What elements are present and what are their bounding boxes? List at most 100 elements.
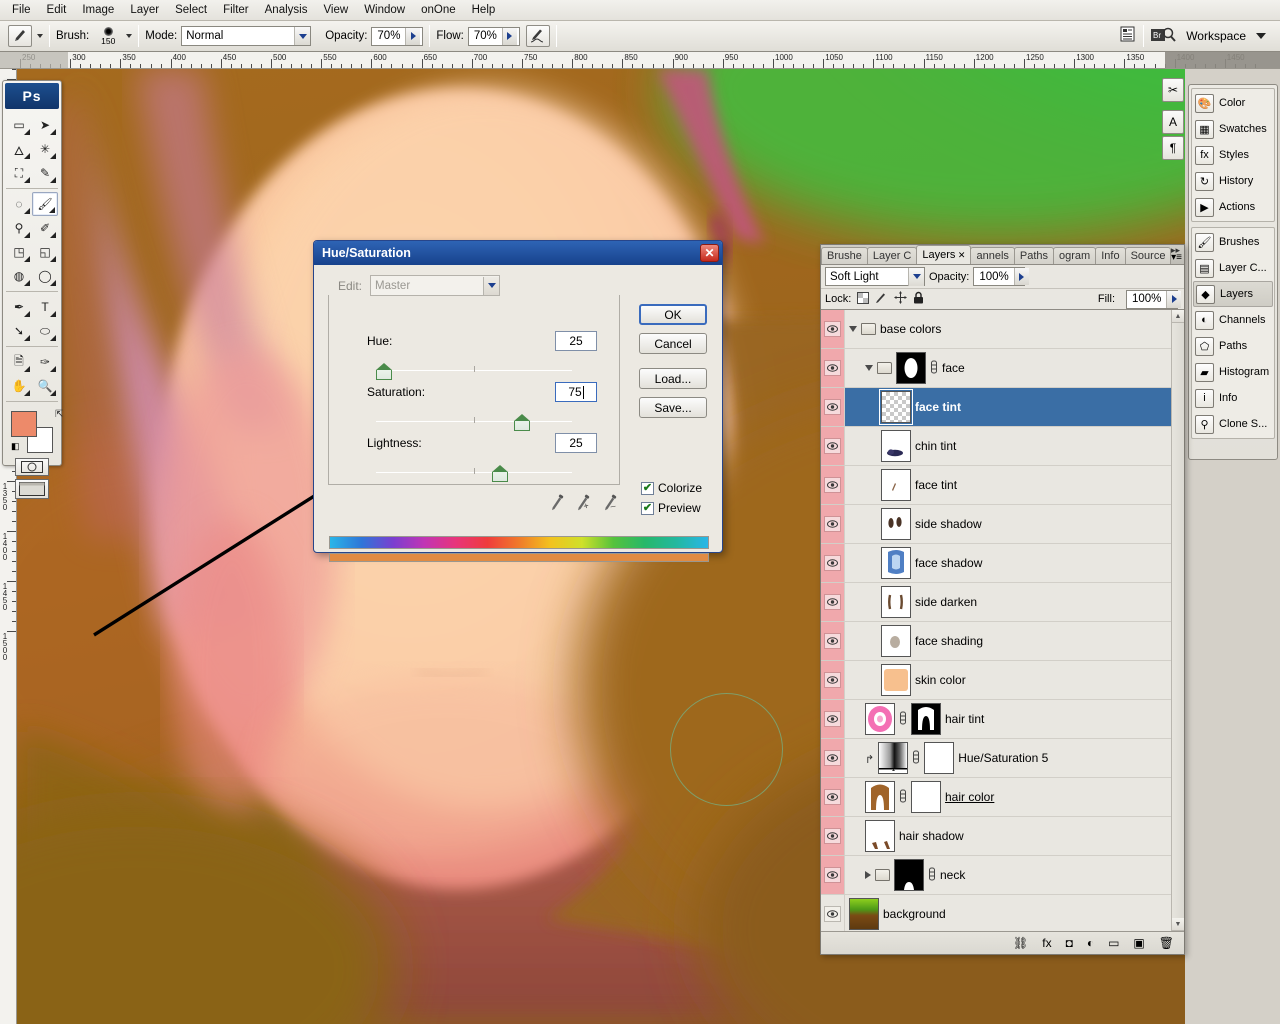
workspace-label[interactable]: Workspace bbox=[1186, 29, 1246, 43]
layer-row-content[interactable]: face tint bbox=[845, 469, 1171, 501]
dock-item-brushes[interactable]: 🖌 Brushes bbox=[1193, 229, 1273, 255]
layer-row[interactable]: side shadow bbox=[821, 505, 1171, 544]
layer-row[interactable]: base colors bbox=[821, 310, 1171, 349]
zoom-tool[interactable]: 🔍 bbox=[32, 374, 58, 398]
layer-blend-mode-select[interactable]: Soft Light bbox=[825, 267, 925, 286]
layer-thumbnail[interactable] bbox=[865, 703, 895, 735]
eyedropper-tool[interactable]: ✑ bbox=[32, 350, 58, 374]
swap-colors-icon[interactable]: ⇱ bbox=[55, 409, 63, 420]
layer-thumbnail[interactable] bbox=[881, 469, 911, 501]
dock-item-history[interactable]: ↻ History bbox=[1193, 168, 1273, 194]
layer-thumbnail[interactable] bbox=[881, 586, 911, 618]
menu-item-onone[interactable]: onOne bbox=[413, 1, 464, 20]
preview-checkbox-row[interactable]: ✔ Preview bbox=[641, 501, 701, 515]
preview-checkbox[interactable]: ✔ bbox=[641, 501, 654, 515]
layer-visibility-toggle[interactable] bbox=[821, 817, 845, 855]
layer-name[interactable]: face tint bbox=[915, 478, 957, 492]
layer-row-content[interactable]: face shading bbox=[845, 625, 1171, 657]
layer-name[interactable]: hair tint bbox=[945, 712, 984, 726]
panel-menu-icon[interactable]: ▾≡ bbox=[1171, 252, 1182, 263]
chevron-down-icon[interactable] bbox=[908, 267, 924, 286]
new-fill-adjustment-button[interactable]: ◐ bbox=[1087, 936, 1094, 950]
lock-all-icon[interactable] bbox=[913, 291, 924, 307]
menu-item-file[interactable]: File bbox=[4, 1, 39, 20]
saturation-input[interactable]: 75 bbox=[555, 382, 597, 402]
layer-row[interactable]: face tint bbox=[821, 388, 1171, 427]
dock-item-histogram[interactable]: ▰ Histogram bbox=[1193, 359, 1273, 385]
layer-row[interactable]: hair tint bbox=[821, 700, 1171, 739]
panel-tab-bar[interactable]: Brushe Layer C Layers ✕ annels Paths ogram Inf… bbox=[821, 245, 1184, 265]
layer-name[interactable]: face shadow bbox=[915, 556, 982, 570]
fill-stepper-icon[interactable] bbox=[1166, 290, 1182, 308]
layer-name[interactable]: Hue/Saturation 5 bbox=[958, 751, 1048, 765]
eraser-tool[interactable]: ◳ bbox=[6, 240, 32, 264]
dock-item-clone-s[interactable]: ⚲ Clone S... bbox=[1193, 411, 1273, 437]
dock-item-styles[interactable]: fx Styles bbox=[1193, 142, 1273, 168]
layer-row[interactable]: face shadow bbox=[821, 544, 1171, 583]
layer-name[interactable]: chin tint bbox=[915, 439, 956, 453]
collapsed-panel-icons[interactable]: ✂ A ¶ bbox=[1162, 78, 1184, 188]
layer-row[interactable]: face bbox=[821, 349, 1171, 388]
layers-list[interactable]: base colors face face tint chin tint face ti… bbox=[821, 310, 1184, 931]
layer-row[interactable]: face tint bbox=[821, 466, 1171, 505]
opacity-input[interactable]: 70% bbox=[371, 26, 424, 46]
tools-palette[interactable]: Ps ▭ ➤ 🜂 ✳ ⛶ ✎ ◌ 🖌 ⚲ ✐ ◳ ◱ ◍ ◯ ✒ T ➘ ⬭ 🗎 ✑ ✋ 🔍 ⇱ ◧ bbox=[2, 80, 63, 499]
link-icon[interactable] bbox=[928, 867, 936, 884]
lock-position-icon[interactable] bbox=[894, 291, 908, 307]
close-icon[interactable]: ✕ bbox=[955, 250, 966, 260]
lasso-tool[interactable]: 🜂 bbox=[6, 137, 32, 161]
layer-visibility-toggle[interactable] bbox=[821, 349, 845, 387]
flow-stepper-icon[interactable] bbox=[501, 27, 517, 45]
chevron-right-icon[interactable] bbox=[865, 871, 871, 879]
dock-item-actions[interactable]: ▶ Actions bbox=[1193, 194, 1273, 220]
layer-visibility-toggle[interactable] bbox=[821, 544, 845, 582]
layer-row-content[interactable]: hair color bbox=[845, 781, 1171, 813]
scroll-down-icon[interactable]: ▼ bbox=[1172, 918, 1184, 931]
layer-row-content[interactable]: base colors bbox=[845, 322, 1171, 336]
dialog-titlebar[interactable]: Hue/Saturation ✕ bbox=[314, 241, 722, 265]
move-tool[interactable]: ➤ bbox=[32, 113, 58, 137]
layer-row-content[interactable]: neck bbox=[845, 859, 1171, 891]
layer-thumbnail[interactable] bbox=[881, 625, 911, 657]
layer-thumbnail[interactable] bbox=[865, 820, 895, 852]
opacity-stepper-icon[interactable] bbox=[405, 27, 421, 45]
layer-row[interactable]: hair shadow bbox=[821, 817, 1171, 856]
menu-item-edit[interactable]: Edit bbox=[39, 1, 75, 20]
layer-visibility-toggle[interactable] bbox=[821, 388, 845, 426]
layer-visibility-toggle[interactable] bbox=[821, 856, 845, 894]
clone-stamp-tool[interactable]: ⚲ bbox=[6, 216, 32, 240]
dock-item-swatches[interactable]: ▦ Swatches bbox=[1193, 116, 1273, 142]
layer-visibility-toggle[interactable] bbox=[821, 739, 845, 777]
history-brush-tool[interactable]: ✐ bbox=[32, 216, 58, 240]
panel-tab-layer-c[interactable]: Layer C bbox=[866, 247, 918, 264]
blend-mode-select[interactable]: Normal bbox=[181, 26, 312, 46]
panel-tab-annels[interactable]: annels bbox=[970, 247, 1015, 264]
bridge-icon[interactable]: Br bbox=[1150, 26, 1176, 47]
opacity-stepper-icon[interactable] bbox=[1013, 268, 1029, 285]
flow-input[interactable]: 70% bbox=[467, 26, 520, 46]
layer-row[interactable]: ↳ Hue/Saturation 5 bbox=[821, 739, 1171, 778]
layer-row-content[interactable]: skin color bbox=[845, 664, 1171, 696]
layer-mask-thumbnail[interactable] bbox=[911, 703, 941, 735]
panel-tab-layers[interactable]: Layers ✕ bbox=[916, 245, 972, 264]
layer-thumbnail[interactable] bbox=[881, 664, 911, 696]
layer-name[interactable]: face shading bbox=[915, 634, 983, 648]
layers-panel[interactable]: Brushe Layer C Layers ✕ annels Paths ogram Inf… bbox=[820, 244, 1185, 955]
chevron-down-icon[interactable] bbox=[294, 27, 311, 45]
layer-row-content[interactable]: hair tint bbox=[845, 703, 1171, 735]
magic-wand-tool[interactable]: ✳ bbox=[32, 137, 58, 161]
eyedropper-plus-icon[interactable]: + bbox=[573, 491, 596, 515]
brush-tool[interactable]: 🖌 bbox=[32, 192, 58, 216]
brush-preset-chevron-icon[interactable] bbox=[37, 34, 43, 38]
tool-grid[interactable]: ▭ ➤ 🜂 ✳ ⛶ ✎ ◌ 🖌 ⚲ ✐ ◳ ◱ ◍ ◯ ✒ T ➘ ⬭ 🗎 ✑ ✋ 🔍 bbox=[3, 111, 61, 405]
layer-row[interactable]: side darken bbox=[821, 583, 1171, 622]
save-button[interactable]: Save... bbox=[639, 397, 707, 418]
hand-tool[interactable]: ✋ bbox=[6, 374, 32, 398]
layer-visibility-toggle[interactable] bbox=[821, 310, 845, 348]
layer-style-button[interactable]: fx bbox=[1042, 936, 1051, 950]
load-button[interactable]: Load... bbox=[639, 368, 707, 389]
layer-row-content[interactable]: background bbox=[845, 898, 1171, 930]
menu-item-window[interactable]: Window bbox=[356, 1, 413, 20]
path-selection-tool[interactable]: ➘ bbox=[6, 319, 32, 343]
cancel-button[interactable]: Cancel bbox=[639, 333, 707, 354]
